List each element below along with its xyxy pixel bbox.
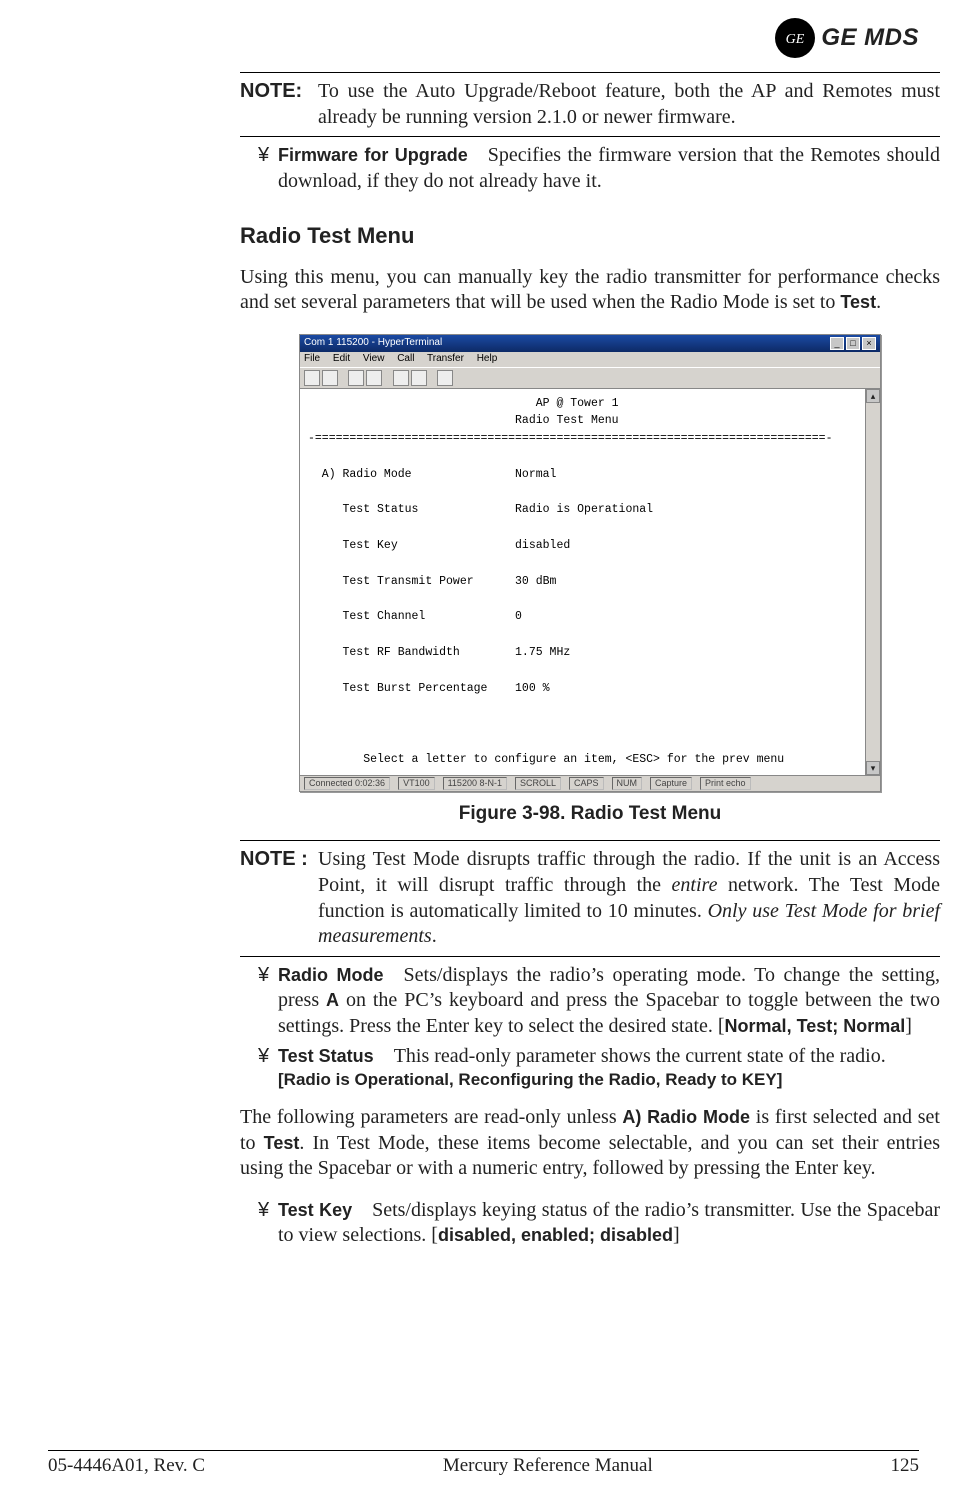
menu-item[interactable]: Call [397, 353, 414, 364]
toolbar-icon[interactable] [304, 370, 320, 386]
terminal-window: Com 1 115200 - HyperTerminal _ □ × File … [299, 334, 881, 792]
menu-item[interactable]: Help [477, 353, 498, 364]
terminal-body: AP @ Tower 1 Radio Test Menu -==========… [300, 389, 880, 775]
scroll-up-icon[interactable]: ▴ [866, 389, 880, 403]
footer-center: Mercury Reference Manual [443, 1455, 653, 1477]
terminal-text: AP @ Tower 1 Radio Test Menu -==========… [308, 395, 872, 769]
status-segment: VT100 [398, 777, 435, 791]
divider [240, 956, 940, 957]
status-bar: Connected 0:02:36 VT100 115200 8-N-1 SCR… [300, 775, 880, 792]
bullet-icon: ¥ [258, 1198, 278, 1224]
divider [240, 840, 940, 841]
menu-item[interactable]: Edit [333, 353, 350, 364]
note-block-1: NOTE: To use the Auto Upgrade/Reboot fea… [240, 79, 940, 130]
tool-bar [300, 367, 880, 389]
scrollbar[interactable]: ▴ ▾ [865, 389, 880, 775]
content-column: NOTE: To use the Auto Upgrade/Reboot fea… [240, 72, 940, 1249]
option-name: Radio Mode [278, 965, 384, 985]
page: GE GE MDS NOTE: To use the Auto Upgrade/… [0, 0, 979, 1501]
brand-logo: GE GE MDS [775, 18, 919, 58]
note-body: To use the Auto Upgrade/Reboot feature, … [318, 79, 940, 130]
bullet-test-status: ¥ Test Status This read-only parameter s… [258, 1044, 940, 1091]
mid-paragraph: The following parameters are read-only u… [240, 1105, 940, 1182]
option-values: [Radio is Operational, Reconfiguring the… [278, 1069, 940, 1091]
menu-item[interactable]: View [363, 353, 385, 364]
bullet-test-key: ¥ Test Key Sets/displays keying status o… [258, 1198, 940, 1249]
bullet-firmware-for-upgrade: ¥ Firmware for Upgrade Specifies the fir… [258, 143, 940, 194]
close-icon[interactable]: × [862, 337, 876, 350]
option-name: Test Key [278, 1200, 352, 1220]
note-label: NOTE: [240, 79, 318, 105]
menu-item[interactable]: File [304, 353, 320, 364]
bullet-text: Test Status This read-only parameter sho… [278, 1044, 940, 1091]
footer-left: 05-4446A01, Rev. C [48, 1455, 205, 1477]
toolbar-icon[interactable] [393, 370, 409, 386]
maximize-icon[interactable]: □ [846, 337, 860, 350]
bullet-icon: ¥ [258, 963, 278, 989]
status-segment: NUM [612, 777, 643, 791]
status-segment: Connected 0:02:36 [304, 777, 390, 791]
bullet-text: Test Key Sets/displays keying status of … [278, 1198, 940, 1249]
status-segment: Capture [650, 777, 692, 791]
toolbar-icon[interactable] [366, 370, 382, 386]
ge-monogram-icon: GE [775, 18, 815, 58]
scroll-down-icon[interactable]: ▾ [866, 761, 880, 775]
minimize-icon[interactable]: _ [830, 337, 844, 350]
status-segment: 115200 8-N-1 [443, 777, 507, 791]
svg-text:GE: GE [786, 32, 805, 47]
option-name: Test Status [278, 1046, 374, 1066]
footer-right: 125 [890, 1455, 919, 1477]
bullet-text: Firmware for Upgrade Specifies the firmw… [278, 143, 940, 194]
divider [240, 136, 940, 137]
title-bar: Com 1 115200 - HyperTerminal _ □ × [300, 335, 880, 352]
page-footer: 05-4446A01, Rev. C Mercury Reference Man… [48, 1450, 919, 1477]
note-block-2: NOTE : Using Test Mode disrupts traffic … [240, 847, 940, 949]
note-body: Using Test Mode disrupts traffic through… [318, 847, 940, 949]
toolbar-icon[interactable] [348, 370, 364, 386]
note-label: NOTE : [240, 847, 318, 873]
status-segment: SCROLL [515, 777, 561, 791]
divider [240, 72, 940, 73]
status-segment: Print echo [700, 777, 751, 791]
menu-bar: File Edit View Call Transfer Help [300, 352, 880, 367]
figure-caption: Figure 3-98. Radio Test Menu [240, 802, 940, 826]
intro-paragraph: Using this menu, you can manually key th… [240, 265, 940, 316]
option-name: Firmware for Upgrade [278, 145, 468, 165]
bullet-icon: ¥ [258, 1044, 278, 1070]
toolbar-icon[interactable] [411, 370, 427, 386]
window-title: Com 1 115200 - HyperTerminal [304, 337, 442, 350]
section-heading-radio-test-menu: Radio Test Menu [240, 222, 940, 250]
bullet-icon: ¥ [258, 143, 278, 169]
brand-text: GE MDS [821, 24, 919, 52]
bullet-radio-mode: ¥ Radio Mode Sets/displays the radio’s o… [258, 963, 940, 1040]
status-segment: CAPS [569, 777, 604, 791]
bullet-text: Radio Mode Sets/displays the radio’s ope… [278, 963, 940, 1040]
menu-item[interactable]: Transfer [427, 353, 464, 364]
toolbar-icon[interactable] [322, 370, 338, 386]
toolbar-icon[interactable] [437, 370, 453, 386]
